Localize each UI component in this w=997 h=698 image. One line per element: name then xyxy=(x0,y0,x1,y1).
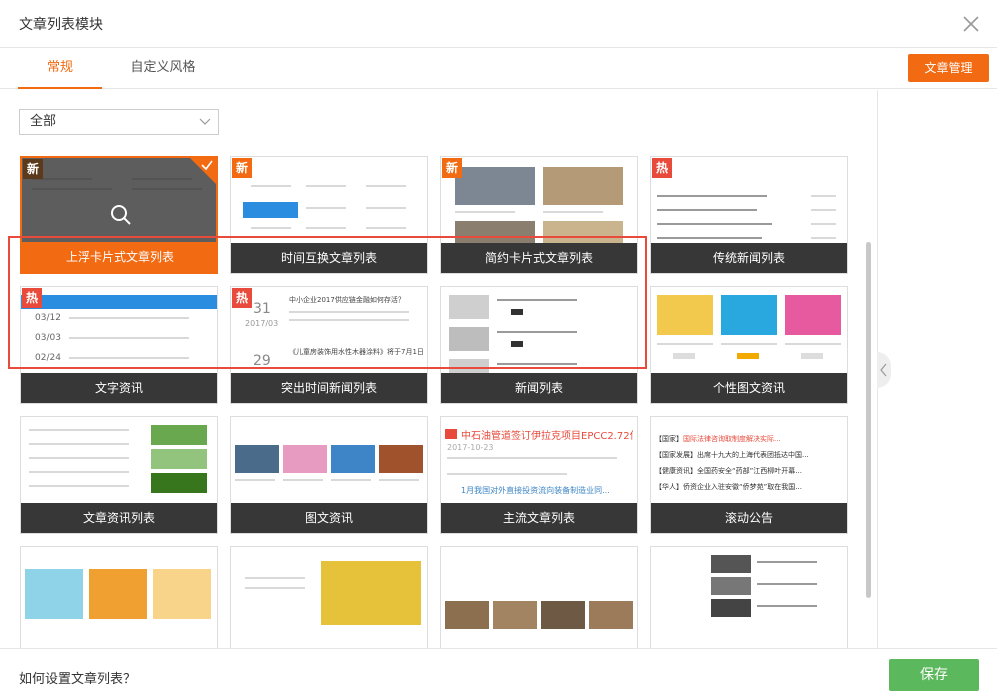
card-thumbnail xyxy=(231,547,427,648)
thumb-month: 2017/03 xyxy=(245,319,279,328)
date-label: 02/24 xyxy=(35,353,61,363)
chevron-left-icon xyxy=(880,363,887,377)
category-select-value: 全部 xyxy=(30,114,57,129)
category-select[interactable]: 全部 xyxy=(19,109,219,135)
card-thumbnail xyxy=(441,547,637,648)
style-card-article-info[interactable]: 文章资讯列表 xyxy=(20,416,218,534)
style-card-personalized[interactable]: 个性图文资讯 xyxy=(650,286,848,404)
card-label: 简约卡片式文章列表 xyxy=(441,243,637,273)
card-label: 传统新闻列表 xyxy=(651,243,847,273)
hot-badge: 热 xyxy=(652,158,672,178)
style-card-scroll-notice[interactable]: 【国家】国际法律咨询取制度解决实际... 【国家发展】出席十九大的上海代表团抵达… xyxy=(650,416,848,534)
dialog-footer: 如何设置文章列表？ 保存 xyxy=(0,648,997,698)
magnifier-icon xyxy=(111,205,131,225)
style-card-highlight-time[interactable]: 中小企业2017供应链金融如何存活？ 31 2017/03 《儿童房装饰用水性木… xyxy=(230,286,428,404)
style-card-traditional-news[interactable]: 热 传统新闻列表 xyxy=(650,156,848,274)
content-area: 全部 新 上浮卡片式文章列表 新 时间互换文章列表 新 简约卡片式文章列表 热 … xyxy=(0,90,878,648)
card-label: 个性图文资讯 xyxy=(651,373,847,403)
card-thumbnail xyxy=(651,547,847,648)
notice-text: 侨资企业入驻安徽“侨梦苑”取在我国... xyxy=(683,483,802,491)
tab-general[interactable]: 常规 xyxy=(18,49,102,89)
thumb-title: 1月我国对外直接投资流向装备制造业同... xyxy=(461,486,610,495)
tab-custom-style[interactable]: 自定义风格 xyxy=(120,49,206,89)
thumb-date: 2017-10-23 xyxy=(447,443,494,452)
date-label: 03/12 xyxy=(35,313,61,323)
new-badge: 新 xyxy=(232,158,252,178)
style-card-mainstream[interactable]: 中石油管道签订伊拉克项目EPCC2.72亿... 2017-10-23 1月我国… xyxy=(440,416,638,534)
chevron-down-icon xyxy=(199,118,211,125)
notice-text: 出席十九大的上海代表团抵达中国... xyxy=(697,451,809,459)
notice-text: 国际法律咨询取制度解决实际... xyxy=(683,435,781,443)
date-label: 03/03 xyxy=(35,333,61,343)
notice-tag: 【华人】 xyxy=(655,483,683,491)
style-card-simple-card[interactable]: 新 简约卡片式文章列表 xyxy=(440,156,638,274)
card-label: 文字资讯 xyxy=(21,373,217,403)
card-thumbnail xyxy=(21,547,217,648)
save-button[interactable]: 保存 xyxy=(889,659,979,691)
notice-row: 【华人】侨资企业入驻安徽“侨梦苑”取在我国... xyxy=(655,479,845,495)
style-card-text-news[interactable]: 03/12 03/03 02/24 热 文字资讯 xyxy=(20,286,218,404)
style-card-row4-4[interactable] xyxy=(650,546,848,648)
check-icon xyxy=(201,160,213,171)
tab-bar: 常规 自定义风格 文章管理 xyxy=(0,49,997,89)
notice-tag: 【健康资讯】 xyxy=(655,467,697,475)
new-badge: 新 xyxy=(23,159,43,179)
scrollbar[interactable] xyxy=(866,242,871,598)
card-label: 滚动公告 xyxy=(651,503,847,533)
style-card-image-text[interactable]: 图文资讯 xyxy=(230,416,428,534)
card-label: 文章资讯列表 xyxy=(21,503,217,533)
card-label: 新闻列表 xyxy=(441,373,637,403)
style-card-time-swap[interactable]: 新 时间互换文章列表 xyxy=(230,156,428,274)
notice-tag: 【国家】 xyxy=(655,435,683,443)
help-link[interactable]: 如何设置文章列表？ xyxy=(19,668,136,687)
notice-row: 【国家发展】出席十九大的上海代表团抵达中国... xyxy=(655,447,845,463)
article-list-module-dialog: 文章列表模块 常规 自定义风格 文章管理 全部 新 上浮卡片式文章列表 新 时间… xyxy=(0,0,997,698)
thumb-title: 《儿童房装饰用水性木器涂料》将于7月1日起实施 xyxy=(289,348,424,356)
card-label: 时间互换文章列表 xyxy=(231,243,427,273)
new-badge: 新 xyxy=(442,158,462,178)
notice-text: 全国药安全“药部”江西柳叶开幕... xyxy=(697,467,802,475)
thumb-day: 31 xyxy=(253,301,271,317)
close-icon[interactable] xyxy=(961,14,981,34)
style-card-row4-1[interactable] xyxy=(20,546,218,648)
notice-row: 【国家】国际法律咨询取制度解决实际... xyxy=(655,431,845,447)
notice-tag: 【国家发展】 xyxy=(655,451,697,459)
dialog-title: 文章列表模块 xyxy=(19,17,103,33)
card-label: 主流文章列表 xyxy=(441,503,637,533)
article-manage-button[interactable]: 文章管理 xyxy=(908,54,989,82)
dialog-titlebar: 文章列表模块 xyxy=(0,0,997,48)
style-card-news-list[interactable]: 新闻列表 xyxy=(440,286,638,404)
card-label: 上浮卡片式文章列表 xyxy=(22,242,216,272)
style-card-floating-card[interactable]: 新 上浮卡片式文章列表 xyxy=(20,156,218,274)
thumb-day: 29 xyxy=(253,353,271,369)
notice-row: 【健康资讯】全国药安全“药部”江西柳叶开幕... xyxy=(655,463,845,479)
thumb-title: 中小企业2017供应链金融如何存活？ xyxy=(289,296,405,304)
card-label: 突出时间新闻列表 xyxy=(231,373,427,403)
style-card-row4-3[interactable] xyxy=(440,546,638,648)
hot-badge: 热 xyxy=(22,288,42,308)
card-label: 图文资讯 xyxy=(231,503,427,533)
hot-badge: 热 xyxy=(232,288,252,308)
collapse-panel-handle[interactable] xyxy=(877,352,891,388)
style-card-row4-2[interactable] xyxy=(230,546,428,648)
thumb-title: 中石油管道签订伊拉克项目EPCC2.72亿... xyxy=(461,431,633,442)
